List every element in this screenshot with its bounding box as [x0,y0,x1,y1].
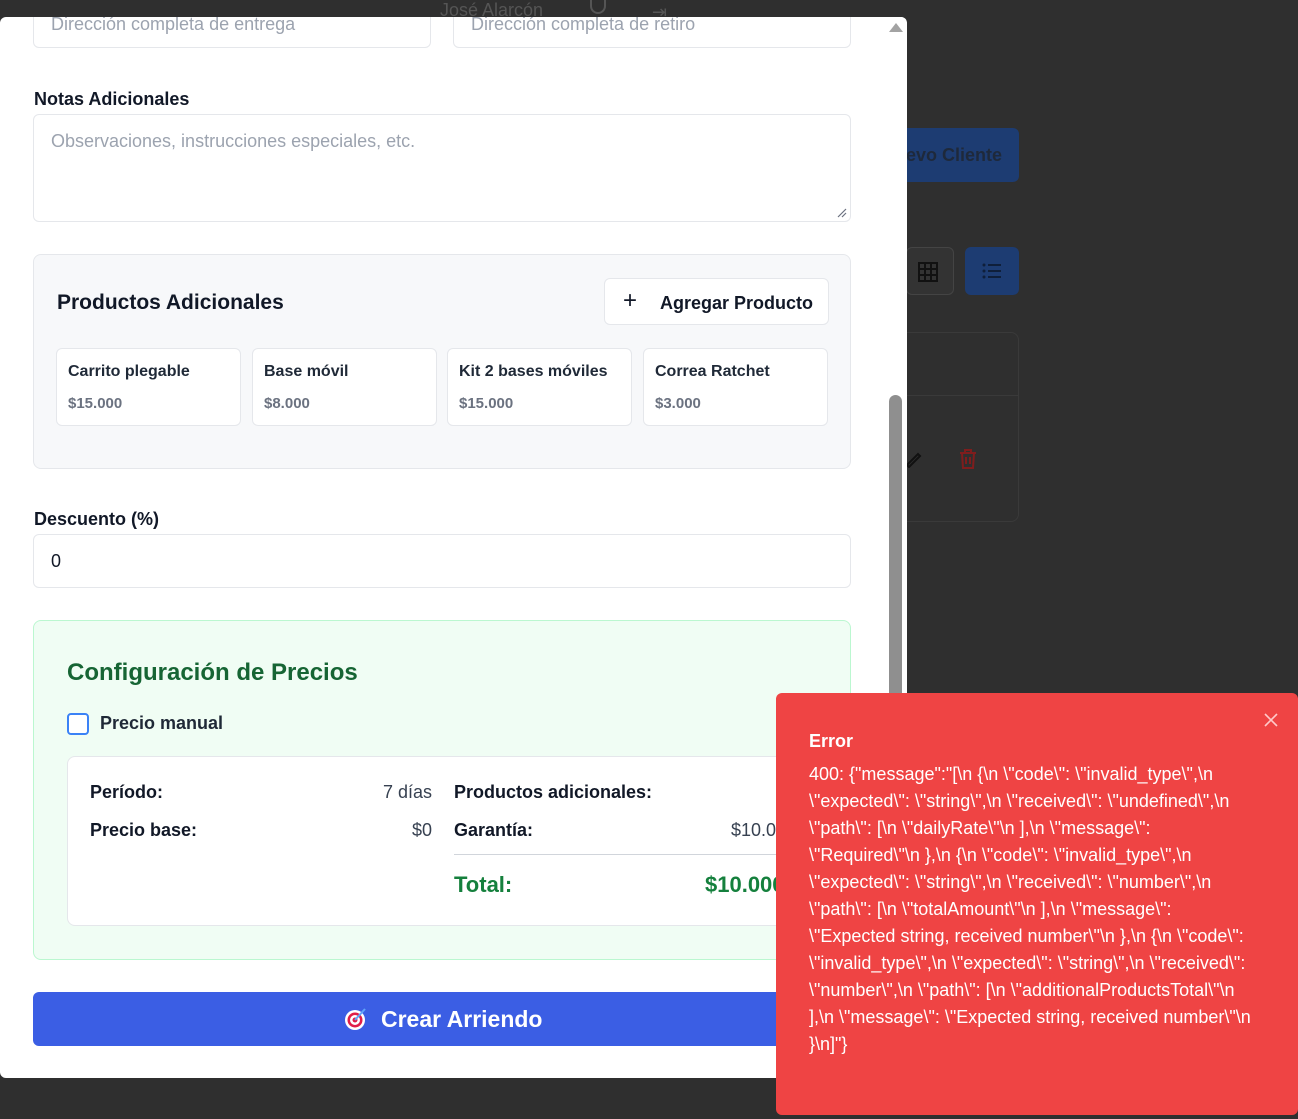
product-name: Kit 2 bases móviles [459,363,608,380]
add-product-label: Agregar Producto [660,293,814,313]
delivery-address-input[interactable]: Dirección completa de entrega [33,17,431,48]
discount-label: Descuento (%) [34,509,160,529]
add-product-button[interactable]: + Agregar Producto [604,278,829,325]
error-toast: Error 400: {"message":"[\n {\n \"code\":… [776,693,1298,1115]
price-summary: Período: 7 días Precio base: $0 Producto… [67,756,827,926]
product-card[interactable]: Correa Ratchet $3.000 [643,348,828,426]
bell-icon [590,0,606,14]
pricing-title: Configuración de Precios [67,659,358,686]
grid-view-button [906,247,954,295]
rental-modal: Dirección completa de entrega Dirección … [0,17,907,1078]
grid-icon [918,262,938,282]
total-label: Total: [454,872,513,897]
summary-divider [454,854,814,855]
product-card[interactable]: Carrito plegable $15.000 [56,348,241,426]
period-label: Período: [90,782,164,802]
base-price-label: Precio base: [90,820,198,840]
toast-message: 400: {"message":"[\n {\n \"code\": \"inv… [809,764,1251,1054]
pricing-section: Configuración de Precios Precio manual P… [33,620,851,960]
notes-textarea[interactable]: Observaciones, instrucciones especiales,… [33,114,851,222]
products-title: Productos Adicionales [57,291,284,314]
product-name: Carrito plegable [68,363,190,380]
product-card[interactable]: Kit 2 bases móviles $15.000 [447,348,632,426]
pickup-address-input[interactable]: Dirección completa de retiro [453,17,851,48]
target-icon [345,1008,366,1030]
list-view-button [965,247,1019,295]
plus-icon: + [623,287,638,314]
edit-icon [905,452,922,468]
product-name: Base móvil [264,363,349,380]
additional-products-label: Productos adicionales: [454,782,653,802]
product-price: $15.000 [459,395,514,412]
manual-price-label[interactable]: Precio manual [100,713,223,734]
product-name: Correa Ratchet [655,363,770,380]
manual-price-checkbox[interactable] [67,713,89,735]
guarantee-label: Garantía: [454,820,534,840]
scroll-up-arrow-icon[interactable] [889,23,903,32]
additional-products-section: Productos Adicionales + Agregar Producto… [33,254,851,469]
product-price: $15.000 [68,395,123,412]
discount-input[interactable]: 0 [33,534,851,588]
resize-handle-icon[interactable] [837,208,847,218]
close-icon[interactable] [1264,713,1278,727]
period-value: 7 días [382,782,432,802]
base-price-value: $0 [411,820,432,840]
product-card[interactable]: Base móvil $8.000 [252,348,437,426]
toast-title: Error [809,731,854,751]
product-price: $8.000 [264,395,310,412]
create-rental-label: Crear Arriendo [381,1006,543,1032]
notes-label: Notas Adicionales [34,89,190,109]
total-value: $10.000 [705,872,785,897]
notes-placeholder: Observaciones, instrucciones especiales,… [51,131,416,151]
product-price: $3.000 [655,395,701,412]
trash-icon [960,449,976,469]
scrollbar-thumb[interactable] [889,395,902,715]
list-icon [982,263,1001,279]
create-rental-button[interactable]: Crear Arriendo [33,992,851,1046]
